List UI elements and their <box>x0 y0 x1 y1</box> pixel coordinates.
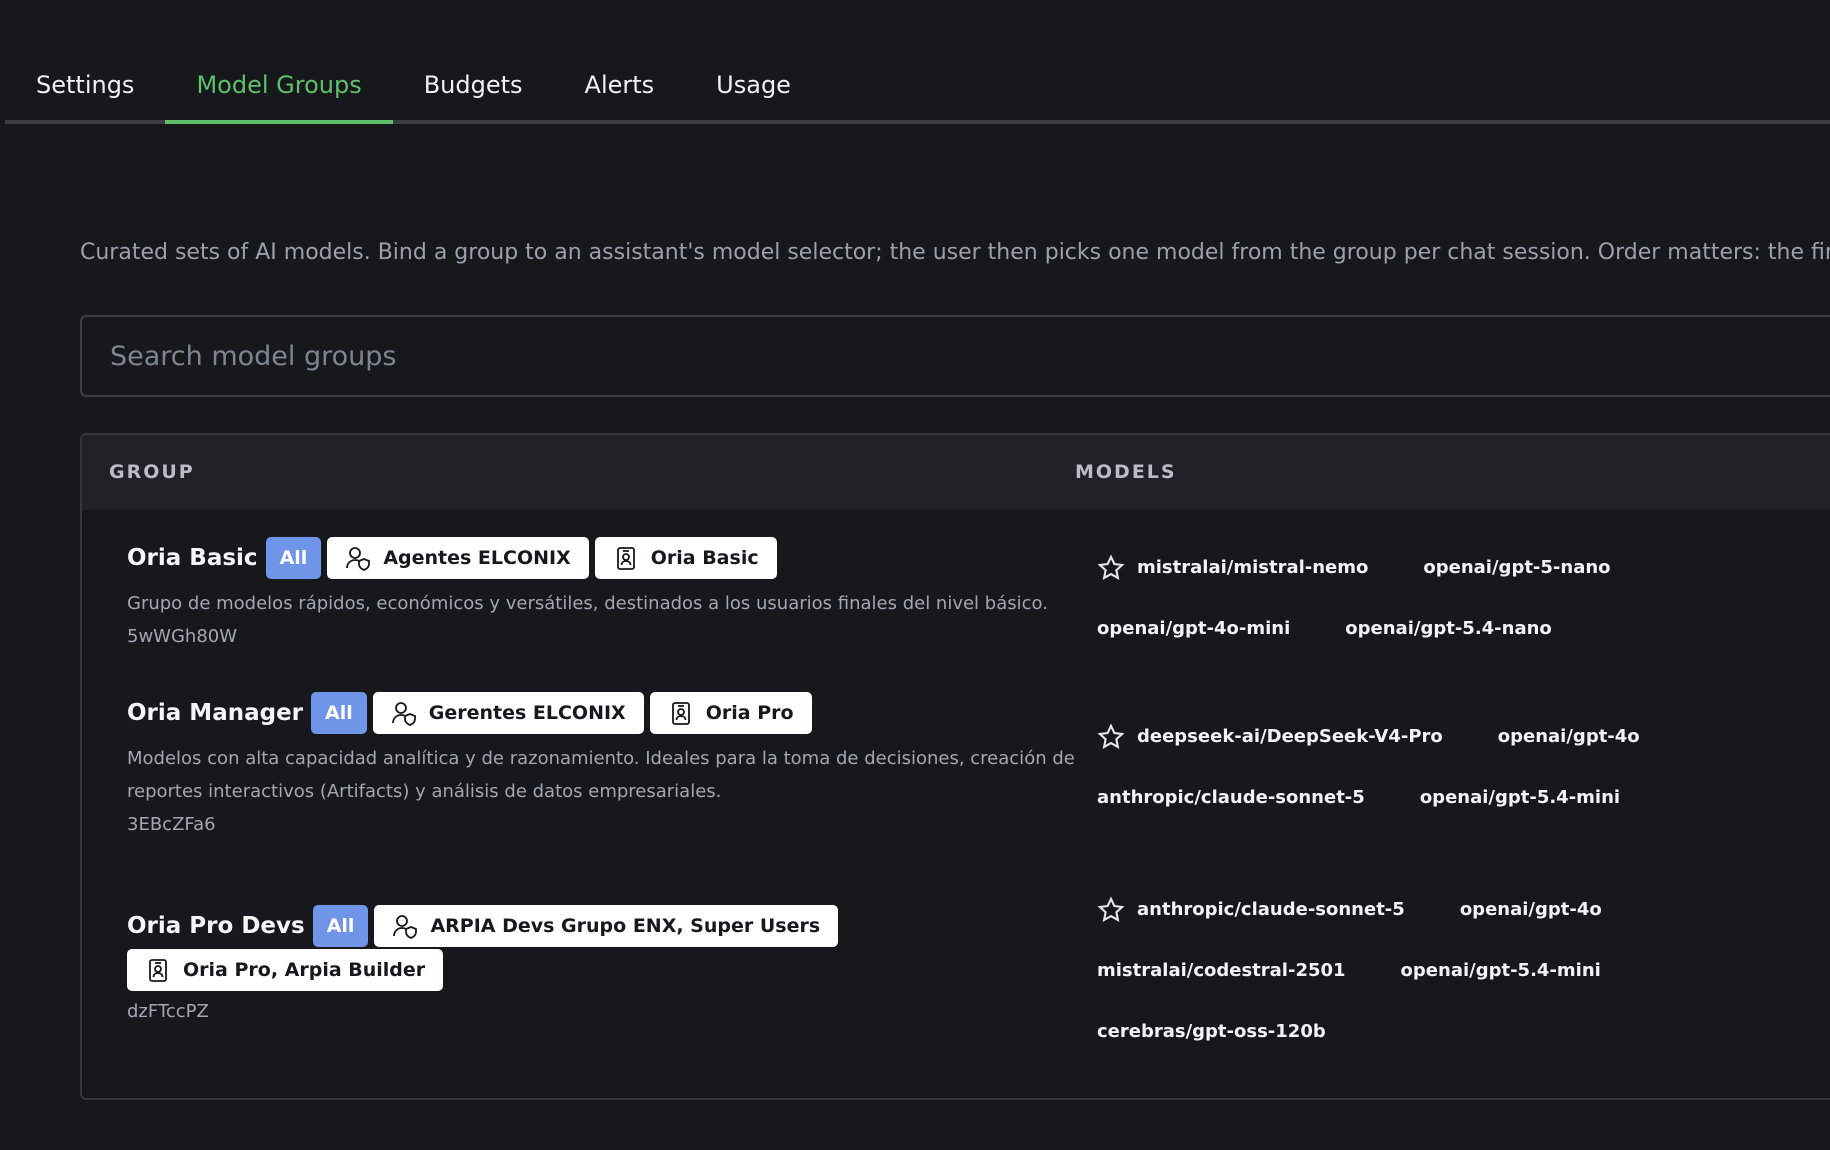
role-chip-label: Oria Basic <box>650 547 759 569</box>
star-outline-icon[interactable] <box>1097 722 1125 751</box>
user-shield-icon <box>391 702 416 726</box>
page-description: Curated sets of AI models. Bind a group … <box>80 240 1830 265</box>
model-tag[interactable]: anthropic/claude-sonnet-5 <box>1097 767 1365 828</box>
tab-settings[interactable]: Settings <box>5 50 165 120</box>
model-tag[interactable]: openai/gpt-5.4-mini <box>1401 940 1601 1001</box>
id-badge-icon <box>616 547 635 570</box>
model-tag-default[interactable]: deepseek-ai/DeepSeek-V4-Pro <box>1097 706 1443 767</box>
models-cell: mistralai/mistral-nemo openai/gpt-5-nano… <box>1097 537 1797 659</box>
role-chip[interactable]: Oria Pro <box>649 692 812 734</box>
model-name: mistralai/mistral-nemo <box>1137 557 1369 578</box>
role-chip-label: Oria Pro, Arpia Builder <box>183 959 426 981</box>
model-tag[interactable]: mistralai/codestral-2501 <box>1097 940 1346 1001</box>
model-tag[interactable]: openai/gpt-5-nano <box>1423 537 1610 598</box>
model-name: anthropic/claude-sonnet-5 <box>1137 899 1405 920</box>
group-cell: Oria Pro Devs All ARPIA Devs Grupo ENX, … <box>127 905 1097 1028</box>
users-chip[interactable]: ARPIA Devs Grupo ENX, Super Users <box>374 905 839 947</box>
users-chip-label: Gerentes ELCONIX <box>428 702 626 724</box>
column-header-group: GROUP <box>109 461 195 483</box>
scope-badge: All <box>312 905 369 947</box>
model-tag[interactable]: openai/gpt-5.4-mini <box>1420 767 1620 828</box>
model-tag[interactable]: cerebras/gpt-oss-120b <box>1097 1001 1326 1062</box>
tab-model-groups[interactable]: Model Groups <box>165 50 393 124</box>
group-name: Oria Manager <box>127 700 304 726</box>
model-name: deepseek-ai/DeepSeek-V4-Pro <box>1137 726 1443 747</box>
tab-budgets[interactable]: Budgets <box>393 50 554 120</box>
model-groups-table: GROUP MODELS Oria Basic All Agentes ELCO… <box>80 433 1830 1100</box>
tab-usage[interactable]: Usage <box>685 50 822 120</box>
search-box <box>80 315 1830 397</box>
model-tag[interactable]: openai/gpt-4o <box>1498 706 1640 767</box>
models-cell: anthropic/claude-sonnet-5 openai/gpt-4o … <box>1097 879 1797 1062</box>
group-description-line: reportes interactivos (Artifacts) y anál… <box>127 781 722 802</box>
star-outline-icon[interactable] <box>1097 895 1125 924</box>
column-header-models: MODELS <box>1075 461 1177 483</box>
model-tag-default[interactable]: mistralai/mistral-nemo <box>1097 537 1368 598</box>
users-chip[interactable]: Gerentes ELCONIX <box>372 692 644 734</box>
users-chip-label: Agentes ELCONIX <box>383 547 571 569</box>
tab-alerts[interactable]: Alerts <box>554 50 686 120</box>
group-cell: Oria Manager All Gerentes ELCONIX Oria P… <box>127 692 1097 841</box>
users-chip[interactable]: Agentes ELCONIX <box>327 537 589 579</box>
group-cell: Oria Basic All Agentes ELCONIX Oria Basi… <box>127 537 1097 653</box>
id-badge-icon <box>149 959 167 982</box>
group-description: Grupo de modelos rápidos, económicos y v… <box>127 593 1048 614</box>
role-chip[interactable]: Oria Basic <box>594 537 777 579</box>
model-tag-default[interactable]: anthropic/claude-sonnet-5 <box>1097 879 1405 940</box>
tab-bar: Settings Model Groups Budgets Alerts Usa… <box>5 50 1830 124</box>
group-id: dzFTccPZ <box>127 1001 209 1022</box>
search-input[interactable] <box>82 317 1830 395</box>
id-badge-icon <box>671 702 690 725</box>
role-chip[interactable]: Oria Pro, Arpia Builder <box>127 949 444 991</box>
group-name: Oria Pro Devs <box>127 913 305 939</box>
models-cell: deepseek-ai/DeepSeek-V4-Pro openai/gpt-4… <box>1097 706 1797 828</box>
group-name: Oria Basic <box>127 545 258 571</box>
user-shield-icon <box>393 915 418 939</box>
model-tag[interactable]: openai/gpt-4o <box>1460 879 1602 940</box>
group-description-line: Modelos con alta capacidad analítica y d… <box>127 748 1075 769</box>
group-id: 5wWGh80W <box>127 626 238 647</box>
scope-badge: All <box>265 537 322 579</box>
users-chip-label: ARPIA Devs Grupo ENX, Super Users <box>430 915 821 937</box>
role-chip-label: Oria Pro <box>705 702 794 724</box>
user-shield-icon <box>346 547 371 571</box>
group-description: Modelos con alta capacidad analítica y d… <box>127 742 1097 808</box>
model-tag[interactable]: openai/gpt-5.4-nano <box>1345 598 1552 659</box>
scope-badge: All <box>311 692 367 734</box>
star-outline-icon[interactable] <box>1097 553 1125 582</box>
group-id: 3EBcZFa6 <box>127 814 216 835</box>
model-groups-page: Settings Model Groups Budgets Alerts Usa… <box>0 0 1830 1150</box>
model-tag[interactable]: openai/gpt-4o-mini <box>1097 598 1290 659</box>
table-header: GROUP MODELS <box>82 435 1830 510</box>
